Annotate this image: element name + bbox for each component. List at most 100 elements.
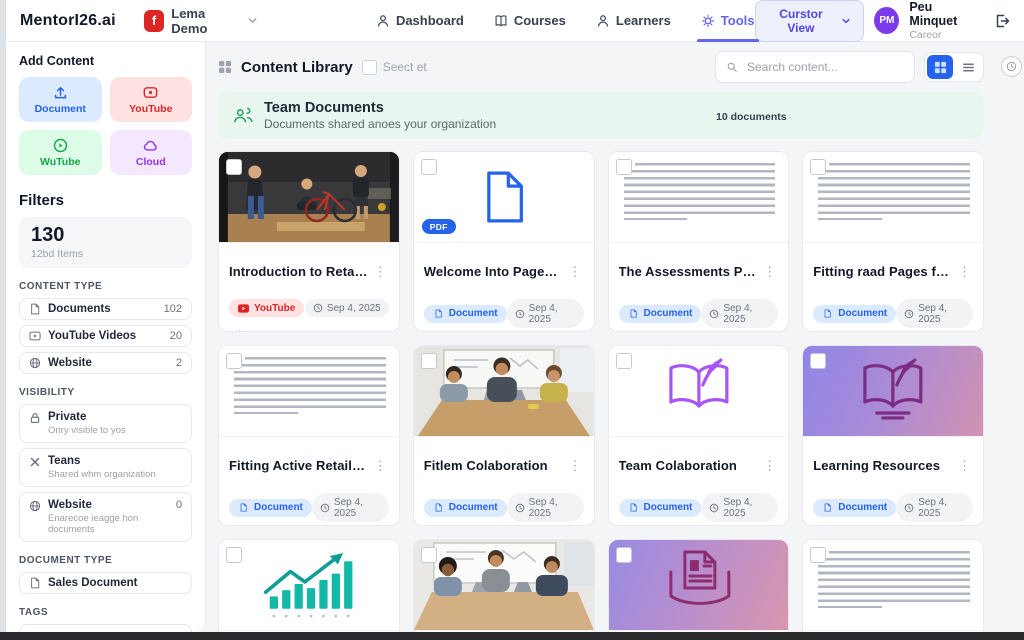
date-label: Sep 4, 2025	[918, 303, 965, 325]
document-badge: Document	[813, 305, 896, 323]
filter-item-label: Sales Document	[48, 577, 137, 589]
nav-item-tools[interactable]: Tools	[701, 0, 755, 42]
card-checkbox[interactable]	[421, 159, 437, 175]
content-card[interactable]	[413, 539, 595, 632]
clock-icon	[709, 503, 719, 513]
person-icon	[596, 14, 610, 28]
card-checkbox[interactable]	[421, 547, 437, 563]
avatar[interactable]: PM	[874, 7, 899, 34]
select-all-checkbox[interactable]	[362, 60, 377, 75]
card-checkbox[interactable]	[616, 353, 632, 369]
content-card[interactable]: Fitlem Colaboration⋮DocumentSep 4, 2025T…	[413, 345, 595, 526]
card-thumbnail[interactable]	[414, 540, 594, 631]
card-checkbox[interactable]	[226, 547, 242, 563]
card-menu-icon[interactable]: ⋮	[956, 459, 973, 472]
card-body: Fitting Active Retail Fit...⋮DocumentSep…	[219, 437, 399, 526]
content-card[interactable]: Introduction to Retail Fit...⋮YouTubeSep…	[218, 151, 400, 332]
chevron-down-icon	[247, 15, 258, 26]
content-card[interactable]	[608, 539, 790, 632]
filter-item-sales-document[interactable]: Sales Document	[19, 572, 192, 594]
card-menu-icon[interactable]: ⋮	[761, 459, 778, 472]
logout-icon[interactable]	[994, 13, 1010, 29]
content-card[interactable]: Fitting Active Retail Fit...⋮DocumentSep…	[218, 345, 400, 526]
card-thumbnail[interactable]	[609, 540, 789, 631]
content-card[interactable]: Fitting raad Pages from...⋮DocumentSep 4…	[802, 151, 984, 332]
card-body: The Assessments Page...⋮DocumentSep 4, 2…	[609, 243, 789, 332]
date-pill: Sep 4, 2025	[507, 299, 584, 328]
content-card[interactable]: Team Colaboration⋮DocumentSep 4, 2025Tea…	[608, 345, 790, 526]
document-badge: Document	[813, 499, 896, 517]
document-icon	[628, 309, 639, 318]
card-checkbox[interactable]	[810, 547, 826, 563]
date-pill: Sep 4, 2025	[312, 493, 389, 522]
user-role: Careor	[909, 29, 978, 41]
card-menu-icon[interactable]: ⋮	[567, 265, 584, 278]
add-document-button[interactable]: Document	[19, 77, 102, 122]
curator-view-label: Curstor View	[768, 7, 835, 35]
card-menu-icon[interactable]: ⋮	[761, 265, 778, 278]
card-thumbnail[interactable]	[803, 152, 983, 243]
nav-item-dashboard[interactable]: Dashboard	[376, 0, 464, 42]
content-card[interactable]	[218, 539, 400, 632]
card-checkbox[interactable]	[810, 159, 826, 175]
document-type-list: Sales Document	[19, 572, 192, 594]
card-thumbnail[interactable]	[219, 152, 399, 243]
gear-icon	[701, 14, 715, 28]
filter-item-teans[interactable]: TeansShared whm organization	[19, 448, 192, 487]
content-card[interactable]: Learning Resources⋮DocumentSep 4, 2025Te…	[802, 345, 984, 526]
add-youtube-button[interactable]: YouTube	[110, 77, 193, 122]
clock-icon	[904, 309, 914, 319]
add-cloud-button[interactable]: Cloud	[110, 130, 193, 175]
visibility-list: PrivateOnry visible to yos TeansShared wh…	[19, 404, 192, 542]
card-checkbox[interactable]	[616, 547, 632, 563]
card-thumbnail[interactable]: PDF	[414, 152, 594, 243]
card-checkbox[interactable]	[810, 353, 826, 369]
card-thumbnail[interactable]	[609, 346, 789, 437]
search-input[interactable]	[745, 59, 904, 75]
card-thumbnail[interactable]	[414, 346, 594, 437]
card-menu-icon[interactable]: ⋮	[956, 265, 973, 278]
filter-item-label: Teans	[48, 455, 80, 467]
card-checkbox[interactable]	[421, 353, 437, 369]
list-view-button[interactable]	[955, 55, 981, 79]
select-all[interactable]: Seect et	[362, 60, 427, 75]
card-thumbnail[interactable]	[219, 540, 399, 631]
add-wutube-button[interactable]: WuTube	[19, 130, 102, 175]
card-menu-icon[interactable]: ⋮	[372, 459, 389, 472]
tags-label: TAGS	[19, 607, 192, 618]
date-label: Sep 4, 2025	[529, 303, 576, 325]
card-thumbnail[interactable]	[609, 152, 789, 243]
card-checkbox[interactable]	[616, 159, 632, 175]
card-checkbox[interactable]	[226, 159, 242, 175]
nav-item-learners[interactable]: Learners	[596, 0, 671, 42]
card-body: Welcome Into Pages fr...⋮DocumentSep 4, …	[414, 243, 594, 332]
card-thumbnail[interactable]	[803, 540, 983, 631]
card-menu-icon[interactable]: ⋮	[567, 459, 584, 472]
document-type-label: DOCUMENT TYPE	[19, 555, 192, 566]
filter-item-website[interactable]: Website2	[19, 352, 192, 374]
filter-item-count: 20	[170, 330, 182, 342]
filter-item-youtube-videos[interactable]: YouTube Videos20	[19, 325, 192, 347]
content-card[interactable]: PDFWelcome Into Pages fr...⋮DocumentSep …	[413, 151, 595, 332]
content-type-label: CONTENT TYPE	[19, 281, 192, 292]
history-button[interactable]	[1001, 56, 1022, 77]
card-checkbox[interactable]	[226, 353, 242, 369]
curator-view-button[interactable]: Curstor View	[755, 0, 865, 42]
document-badge: Document	[424, 499, 507, 517]
card-thumbnail[interactable]	[219, 346, 399, 437]
card-menu-icon[interactable]: ⋮	[372, 265, 389, 278]
grid-view-button[interactable]	[927, 55, 953, 79]
filter-item-documents[interactable]: Documents102	[19, 298, 192, 320]
document-text-preview	[234, 357, 386, 414]
nav-item-courses[interactable]: Courses	[494, 0, 566, 42]
user-name: Peu Minquet	[909, 0, 978, 29]
team-icon	[229, 330, 243, 332]
card-thumbnail[interactable]	[803, 346, 983, 437]
filter-item-private[interactable]: PrivateOnry visible to yos	[19, 404, 192, 443]
x-icon	[29, 456, 41, 468]
filter-total-card: 130 12bd Items	[19, 217, 192, 268]
content-card[interactable]	[802, 539, 984, 632]
filter-item-website[interactable]: WebsiteEnarecoe ieagge hon documents0	[19, 492, 192, 542]
workspace-switcher[interactable]: f Lema Demo	[144, 6, 258, 36]
content-card[interactable]: The Assessments Page...⋮DocumentSep 4, 2…	[608, 151, 790, 332]
